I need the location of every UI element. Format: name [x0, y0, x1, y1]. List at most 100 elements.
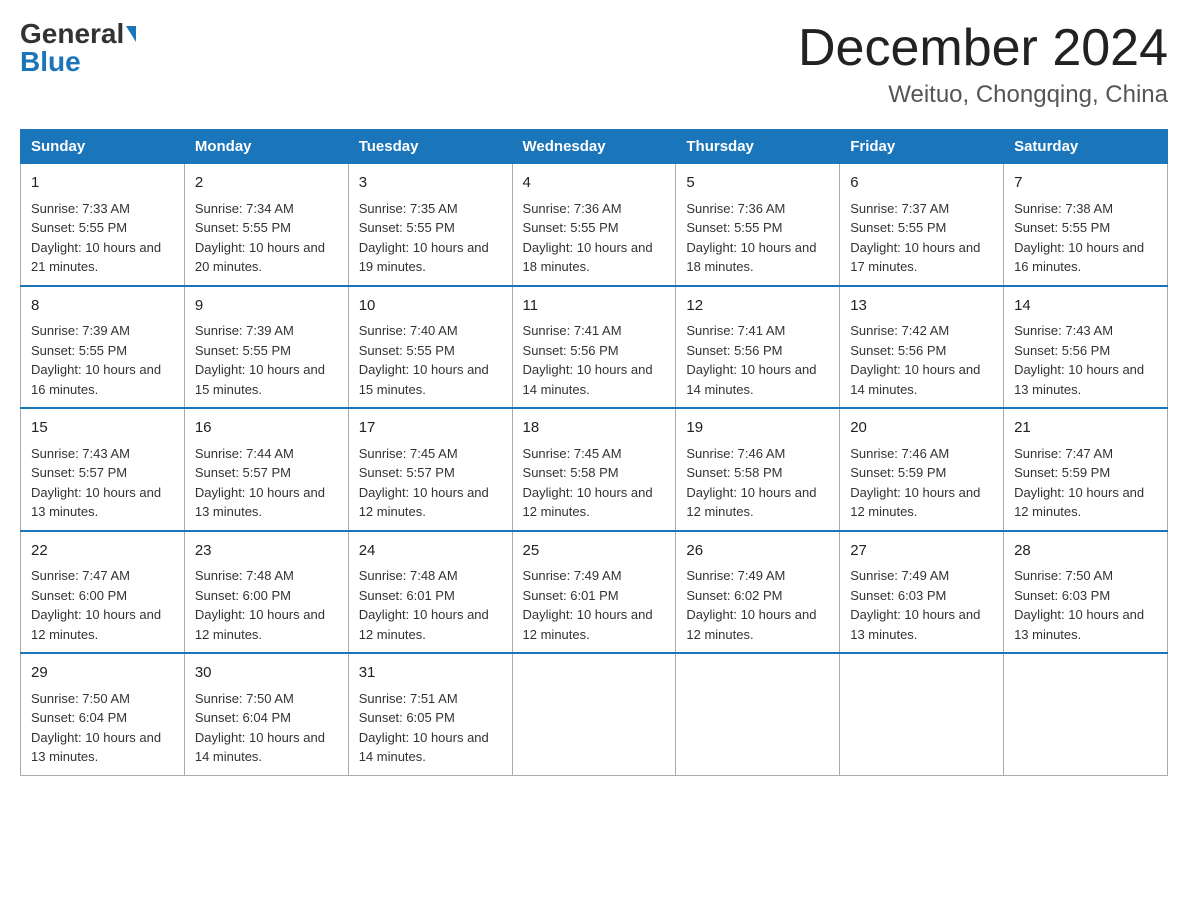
- daylight-text: Daylight: 10 hours and 16 minutes.: [31, 362, 161, 397]
- sunrise-text: Sunrise: 7:41 AM: [686, 323, 785, 338]
- table-row: 21 Sunrise: 7:47 AM Sunset: 5:59 PM Dayl…: [1004, 408, 1168, 531]
- header-friday: Friday: [840, 130, 1004, 164]
- daylight-text: Daylight: 10 hours and 14 minutes.: [359, 730, 489, 765]
- day-number: 31: [359, 662, 502, 685]
- calendar-header-row: Sunday Monday Tuesday Wednesday Thursday…: [21, 130, 1168, 164]
- table-row: 23 Sunrise: 7:48 AM Sunset: 6:00 PM Dayl…: [184, 531, 348, 654]
- daylight-text: Daylight: 10 hours and 19 minutes.: [359, 240, 489, 275]
- header-sunday: Sunday: [21, 130, 185, 164]
- day-number: 20: [850, 417, 993, 440]
- day-number: 30: [195, 662, 338, 685]
- table-row: 6 Sunrise: 7:37 AM Sunset: 5:55 PM Dayli…: [840, 164, 1004, 286]
- daylight-text: Daylight: 10 hours and 12 minutes.: [523, 485, 653, 520]
- day-number: 24: [359, 540, 502, 563]
- table-row: 1 Sunrise: 7:33 AM Sunset: 5:55 PM Dayli…: [21, 164, 185, 286]
- daylight-text: Daylight: 10 hours and 13 minutes.: [31, 730, 161, 765]
- day-number: 10: [359, 295, 502, 318]
- daylight-text: Daylight: 10 hours and 13 minutes.: [195, 485, 325, 520]
- sunset-text: Sunset: 5:56 PM: [1014, 343, 1110, 358]
- sunset-text: Sunset: 5:55 PM: [31, 220, 127, 235]
- daylight-text: Daylight: 10 hours and 15 minutes.: [195, 362, 325, 397]
- sunrise-text: Sunrise: 7:48 AM: [359, 568, 458, 583]
- sunset-text: Sunset: 5:57 PM: [195, 465, 291, 480]
- table-row: 14 Sunrise: 7:43 AM Sunset: 5:56 PM Dayl…: [1004, 286, 1168, 409]
- day-number: 26: [686, 540, 829, 563]
- sunrise-text: Sunrise: 7:47 AM: [1014, 446, 1113, 461]
- sunrise-text: Sunrise: 7:49 AM: [523, 568, 622, 583]
- day-number: 27: [850, 540, 993, 563]
- daylight-text: Daylight: 10 hours and 12 minutes.: [523, 607, 653, 642]
- sunset-text: Sunset: 5:55 PM: [195, 343, 291, 358]
- sunrise-text: Sunrise: 7:48 AM: [195, 568, 294, 583]
- sunset-text: Sunset: 5:57 PM: [359, 465, 455, 480]
- header-saturday: Saturday: [1004, 130, 1168, 164]
- day-number: 6: [850, 172, 993, 195]
- daylight-text: Daylight: 10 hours and 14 minutes.: [195, 730, 325, 765]
- day-number: 17: [359, 417, 502, 440]
- daylight-text: Daylight: 10 hours and 20 minutes.: [195, 240, 325, 275]
- table-row: 29 Sunrise: 7:50 AM Sunset: 6:04 PM Dayl…: [21, 653, 185, 775]
- sunrise-text: Sunrise: 7:50 AM: [1014, 568, 1113, 583]
- sunrise-text: Sunrise: 7:37 AM: [850, 201, 949, 216]
- sunrise-text: Sunrise: 7:47 AM: [31, 568, 130, 583]
- table-row: 3 Sunrise: 7:35 AM Sunset: 5:55 PM Dayli…: [348, 164, 512, 286]
- day-number: 28: [1014, 540, 1157, 563]
- table-row: 25 Sunrise: 7:49 AM Sunset: 6:01 PM Dayl…: [512, 531, 676, 654]
- daylight-text: Daylight: 10 hours and 15 minutes.: [359, 362, 489, 397]
- sunrise-text: Sunrise: 7:38 AM: [1014, 201, 1113, 216]
- sunset-text: Sunset: 6:01 PM: [523, 588, 619, 603]
- sunrise-text: Sunrise: 7:35 AM: [359, 201, 458, 216]
- table-row: 26 Sunrise: 7:49 AM Sunset: 6:02 PM Dayl…: [676, 531, 840, 654]
- table-row: 8 Sunrise: 7:39 AM Sunset: 5:55 PM Dayli…: [21, 286, 185, 409]
- table-row: 31 Sunrise: 7:51 AM Sunset: 6:05 PM Dayl…: [348, 653, 512, 775]
- day-number: 22: [31, 540, 174, 563]
- logo-blue-text: Blue: [20, 48, 81, 76]
- sunset-text: Sunset: 5:55 PM: [850, 220, 946, 235]
- logo: General Blue: [20, 20, 136, 76]
- daylight-text: Daylight: 10 hours and 12 minutes.: [686, 485, 816, 520]
- day-number: 13: [850, 295, 993, 318]
- table-row: 12 Sunrise: 7:41 AM Sunset: 5:56 PM Dayl…: [676, 286, 840, 409]
- day-number: 16: [195, 417, 338, 440]
- daylight-text: Daylight: 10 hours and 17 minutes.: [850, 240, 980, 275]
- table-row: [1004, 653, 1168, 775]
- sunrise-text: Sunrise: 7:39 AM: [195, 323, 294, 338]
- table-row: 7 Sunrise: 7:38 AM Sunset: 5:55 PM Dayli…: [1004, 164, 1168, 286]
- sunset-text: Sunset: 6:03 PM: [1014, 588, 1110, 603]
- day-number: 2: [195, 172, 338, 195]
- day-number: 21: [1014, 417, 1157, 440]
- day-number: 11: [523, 295, 666, 318]
- daylight-text: Daylight: 10 hours and 12 minutes.: [195, 607, 325, 642]
- sunrise-text: Sunrise: 7:39 AM: [31, 323, 130, 338]
- sunset-text: Sunset: 5:56 PM: [523, 343, 619, 358]
- table-row: 19 Sunrise: 7:46 AM Sunset: 5:58 PM Dayl…: [676, 408, 840, 531]
- sunset-text: Sunset: 5:59 PM: [1014, 465, 1110, 480]
- sunrise-text: Sunrise: 7:33 AM: [31, 201, 130, 216]
- header-tuesday: Tuesday: [348, 130, 512, 164]
- table-row: 22 Sunrise: 7:47 AM Sunset: 6:00 PM Dayl…: [21, 531, 185, 654]
- day-number: 4: [523, 172, 666, 195]
- daylight-text: Daylight: 10 hours and 14 minutes.: [523, 362, 653, 397]
- daylight-text: Daylight: 10 hours and 13 minutes.: [1014, 607, 1144, 642]
- sunset-text: Sunset: 6:05 PM: [359, 710, 455, 725]
- table-row: [512, 653, 676, 775]
- day-number: 5: [686, 172, 829, 195]
- table-row: 27 Sunrise: 7:49 AM Sunset: 6:03 PM Dayl…: [840, 531, 1004, 654]
- day-number: 3: [359, 172, 502, 195]
- table-row: [676, 653, 840, 775]
- sunrise-text: Sunrise: 7:43 AM: [1014, 323, 1113, 338]
- sunrise-text: Sunrise: 7:36 AM: [523, 201, 622, 216]
- page-header: General Blue December 2024 Weituo, Chong…: [20, 20, 1168, 109]
- table-row: 2 Sunrise: 7:34 AM Sunset: 5:55 PM Dayli…: [184, 164, 348, 286]
- table-row: 15 Sunrise: 7:43 AM Sunset: 5:57 PM Dayl…: [21, 408, 185, 531]
- day-number: 7: [1014, 172, 1157, 195]
- day-number: 29: [31, 662, 174, 685]
- sunrise-text: Sunrise: 7:41 AM: [523, 323, 622, 338]
- day-number: 18: [523, 417, 666, 440]
- table-row: 18 Sunrise: 7:45 AM Sunset: 5:58 PM Dayl…: [512, 408, 676, 531]
- sunset-text: Sunset: 5:58 PM: [523, 465, 619, 480]
- calendar-week-row: 1 Sunrise: 7:33 AM Sunset: 5:55 PM Dayli…: [21, 164, 1168, 286]
- daylight-text: Daylight: 10 hours and 13 minutes.: [31, 485, 161, 520]
- sunrise-text: Sunrise: 7:45 AM: [523, 446, 622, 461]
- day-number: 23: [195, 540, 338, 563]
